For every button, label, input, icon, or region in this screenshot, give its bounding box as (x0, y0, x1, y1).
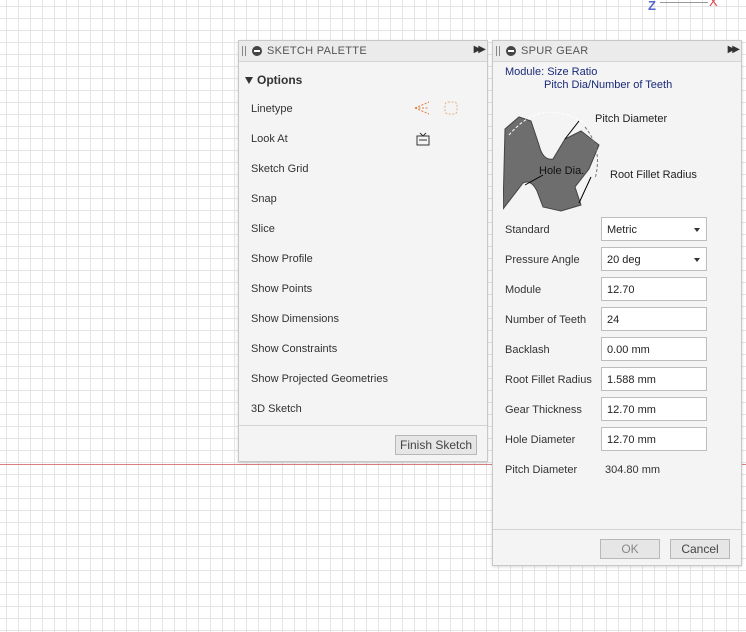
view-cube-edge (660, 2, 708, 3)
standard-select[interactable]: Metric (601, 217, 707, 241)
module-input[interactable]: 12.70 (601, 277, 707, 301)
option-show-projected-geometries: Show Projected Geometries (251, 369, 627, 389)
module-caption: Module: (505, 66, 545, 78)
option-linetype: Linetype (251, 99, 461, 119)
option-label: Sketch Grid (251, 163, 309, 175)
module-formula: Pitch Dia/Number of Teeth (544, 79, 673, 91)
pitch-diameter-caption: Pitch Diameter (595, 113, 668, 125)
option-show-constraints: Show Constraints (251, 339, 627, 359)
finish-sketch-button[interactable]: Finish Sketch (395, 435, 477, 455)
number-of-teeth-label: Number of Teeth (505, 314, 587, 326)
option-show-profile: Show Profile (251, 249, 627, 269)
cancel-button[interactable]: Cancel (670, 539, 730, 559)
option-look-at: Look At (251, 129, 461, 149)
option-show-points: Show Points (251, 279, 627, 299)
option-sketch-grid: Sketch Grid (251, 159, 627, 179)
pitch-diameter-label: Pitch Diameter (505, 464, 578, 476)
spur-gear-dialog: SPUR GEAR ▶▶ Module: Size Ratio Pitch Di… (492, 40, 742, 566)
option-label: Show Projected Geometries (251, 373, 388, 385)
pitch-diameter-row: Pitch Diameter 304.80 mm (505, 457, 711, 483)
divider (239, 425, 487, 426)
standard-value: Metric (607, 224, 637, 236)
z-axis-label: Z (648, 0, 656, 13)
pressure-angle-value: 20 deg (607, 254, 641, 266)
hole-dia-caption: Hole Dia. (539, 165, 585, 177)
pressure-angle-select[interactable]: 20 deg (601, 247, 707, 271)
drag-grip-icon[interactable] (496, 46, 500, 56)
hole-diameter-label: Hole Diameter (505, 434, 576, 446)
standard-label: Standard (505, 224, 550, 236)
panel-title: SKETCH PALETTE (267, 45, 367, 57)
dropdown-arrow-icon (694, 258, 700, 262)
root-fillet-radius-row: Root Fillet Radius 1.588 mm (505, 367, 711, 393)
options-label: Options (257, 73, 303, 87)
number-of-teeth-input[interactable]: 24 (601, 307, 707, 331)
sketch-palette-header[interactable]: SKETCH PALETTE ▶▶ (239, 41, 487, 62)
number-of-teeth-row: Number of Teeth 24 (505, 307, 711, 333)
spur-gear-header[interactable]: SPUR GEAR ▶▶ (493, 41, 741, 62)
gear-diagram (503, 111, 600, 212)
hole-diameter-row: Hole Diameter 12.70 mm (505, 427, 711, 453)
options-section-header[interactable]: Options (245, 73, 302, 87)
module-description: Module: Size Ratio (505, 66, 597, 78)
root-fillet-radius-label: Root Fillet Radius (505, 374, 592, 386)
backlash-row: Backlash 0.00 mm (505, 337, 711, 363)
divider (493, 529, 741, 530)
sketch-palette-panel: SKETCH PALETTE ▶▶ Options Linetype Look … (238, 40, 627, 462)
module-row: Module 12.70 (505, 277, 711, 303)
linetype-centerline-icon[interactable] (443, 100, 459, 119)
dropdown-arrow-icon (694, 228, 700, 232)
x-axis-label: X (709, 0, 718, 9)
option-snap: Snap (251, 189, 627, 209)
option-label: 3D Sketch (251, 403, 302, 415)
look-at-icon[interactable] (415, 131, 431, 150)
option-label: Show Profile (251, 253, 313, 265)
module-label: Module (505, 284, 542, 296)
gear-thickness-row: Gear Thickness 12.70 mm (505, 397, 711, 423)
expand-arrows-icon[interactable]: ▶▶ (474, 44, 487, 55)
option-label: Show Constraints (251, 343, 338, 355)
module-size-ratio: Size Ratio (547, 66, 598, 78)
gear-thickness-label: Gear Thickness (505, 404, 582, 416)
option-label: Show Dimensions (251, 313, 340, 325)
collapse-icon[interactable] (252, 46, 262, 56)
option-slice: Slice (251, 219, 627, 239)
linetype-construction-icon[interactable] (413, 100, 431, 119)
standard-row: Standard Metric (505, 217, 711, 243)
drag-grip-icon[interactable] (242, 46, 246, 56)
pressure-angle-label: Pressure Angle (505, 254, 580, 266)
gear-thickness-input[interactable]: 12.70 mm (601, 397, 707, 421)
option-label: Slice (251, 223, 275, 235)
backlash-input[interactable]: 0.00 mm (601, 337, 707, 361)
triangle-down-icon (245, 77, 253, 84)
hole-diameter-input[interactable]: 12.70 mm (601, 427, 707, 451)
option-show-dimensions: Show Dimensions (251, 309, 627, 329)
backlash-label: Backlash (505, 344, 550, 356)
expand-arrows-icon[interactable]: ▶▶ (728, 44, 741, 55)
collapse-icon[interactable] (506, 46, 516, 56)
root-fillet-radius-caption: Root Fillet Radius (610, 169, 697, 181)
option-3d-sketch: 3D Sketch (251, 399, 627, 419)
pressure-angle-row: Pressure Angle 20 deg (505, 247, 711, 273)
ok-button[interactable]: OK (600, 539, 660, 559)
option-label: Show Points (251, 283, 313, 295)
pitch-diameter-value: 304.80 mm (605, 464, 661, 476)
root-fillet-radius-input[interactable]: 1.588 mm (601, 367, 707, 391)
dialog-title: SPUR GEAR (521, 45, 589, 57)
option-label: Snap (251, 193, 277, 205)
